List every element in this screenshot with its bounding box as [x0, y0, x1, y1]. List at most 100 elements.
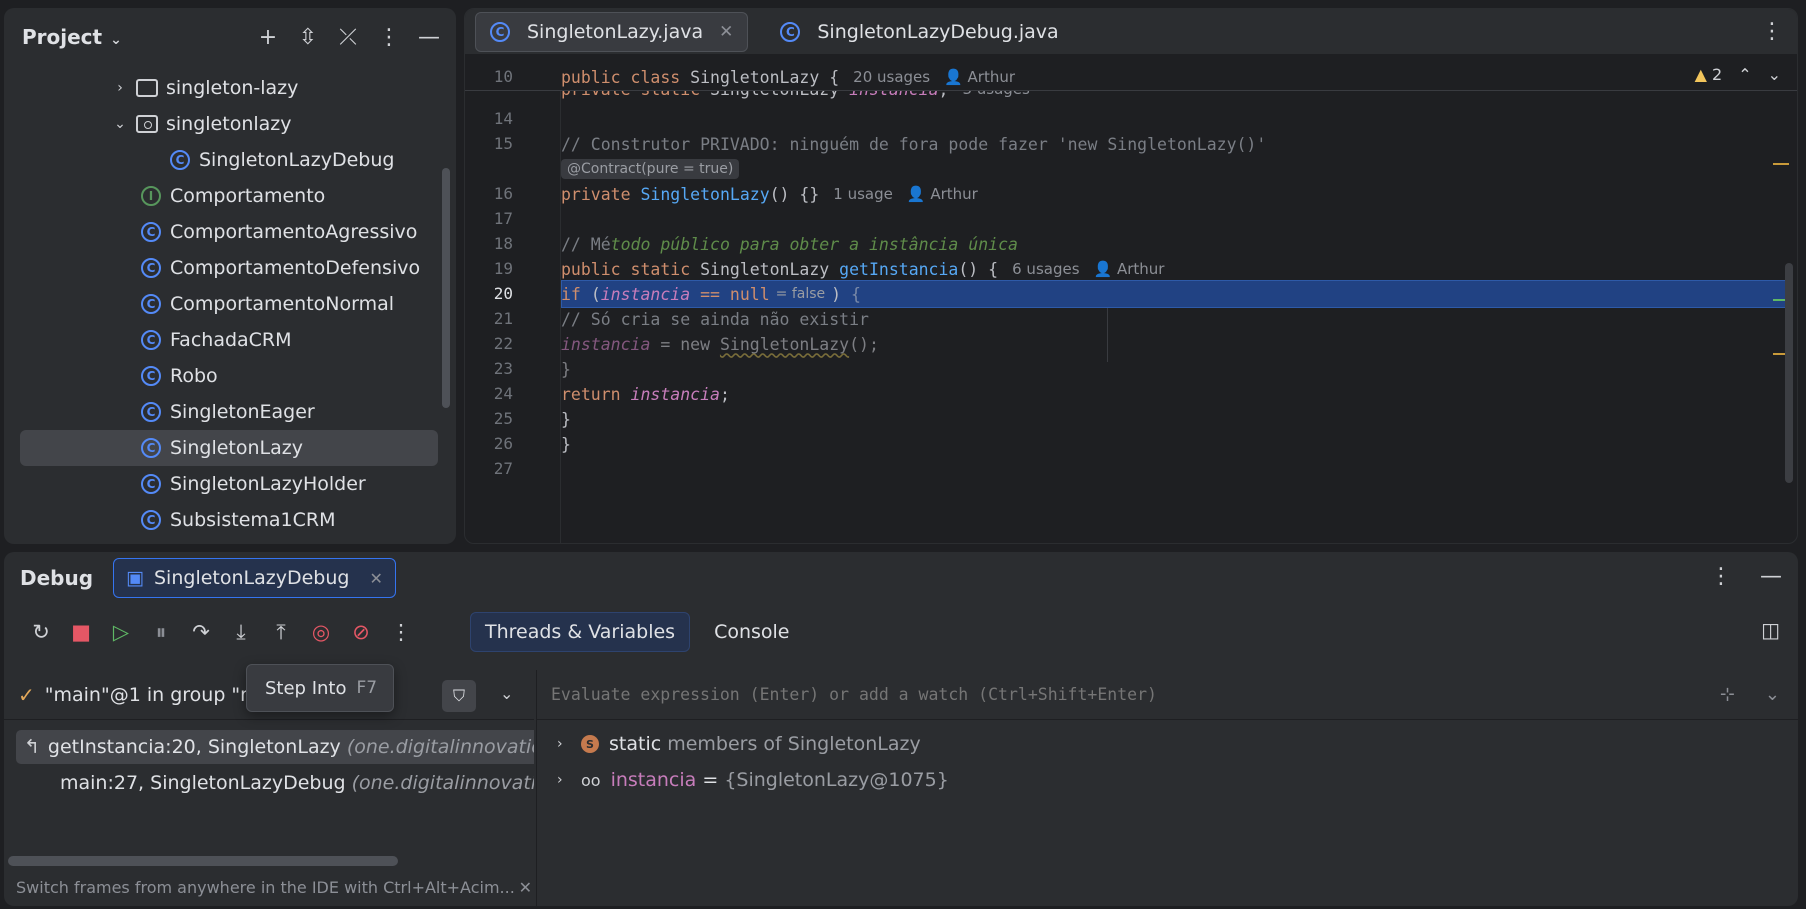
expand-all-icon[interactable]: ⇳ [298, 25, 318, 50]
tree-item-label: SingletonLazyHolder [170, 473, 366, 495]
usages-hint[interactable]: 20 usages [853, 68, 930, 86]
variable-row-instancia[interactable]: › oo instancia = {SingletonLazy@1075} [537, 762, 1798, 798]
keyword: = new [650, 334, 720, 354]
chevron-right-icon[interactable]: › [557, 736, 571, 752]
chevron-right-icon[interactable]: › [557, 772, 571, 788]
inspection-widget[interactable]: ▲ 2 ⌃ ⌄ [1695, 65, 1781, 84]
tree-item-singletonlazydebug[interactable]: C SingletonLazyDebug [20, 142, 438, 178]
tree-item-singleton-lazy[interactable]: › singleton-lazy [20, 70, 438, 106]
debug-toolbar: ↻ ■ ▷ ⏸ ↷ ⤓ ⤒ ◎ ⊘ ⋮ [30, 612, 412, 652]
tree-item-label: FachadaCRM [170, 329, 292, 351]
tree-item-singletonlazy[interactable]: ⌄ singletonlazy [20, 106, 438, 142]
step-out-icon[interactable]: ⤒ [270, 620, 292, 645]
tree-item-label: singletonlazy [166, 113, 292, 135]
subtab-label: Threads & Variables [485, 621, 676, 643]
stop-icon[interactable]: ■ [70, 620, 92, 644]
folder-icon [136, 79, 158, 97]
frame-method: main:27, SingletonLazyDebug [60, 772, 346, 794]
more-options-icon[interactable]: ⋮ [1761, 19, 1783, 44]
tree-item-comportamento[interactable]: I Comportamento [20, 178, 438, 214]
author-hint[interactable]: 👤 Arthur [907, 185, 978, 203]
line-number: 20 [493, 284, 513, 303]
rerun-icon[interactable]: ↻ [30, 620, 52, 644]
code-line-20: if (instancia == null = false) { [561, 280, 861, 308]
minimize-icon[interactable]: — [1760, 564, 1782, 589]
editor-scrollbar[interactable] [1785, 263, 1793, 483]
class-icon: C [141, 294, 161, 314]
more-options-icon[interactable]: ⋮ [390, 620, 412, 644]
tree-item-singletonlazy-class[interactable]: C SingletonLazy [20, 430, 438, 466]
chevron-down-icon[interactable]: ⌄ [1765, 684, 1780, 705]
project-tree: › singleton-lazy ⌄ singletonlazy C Singl… [20, 70, 438, 538]
tab-singletonlazydebug-java[interactable]: C SingletonLazyDebug.java [766, 12, 1072, 52]
minimize-icon[interactable]: — [418, 25, 440, 50]
author-name: Arthur [930, 185, 978, 203]
tree-item-comportamentodefensivo[interactable]: C ComportamentoDefensivo [20, 250, 438, 286]
add-watch-icon[interactable]: ⊹ [1720, 684, 1735, 705]
close-icon[interactable]: ✕ [719, 22, 733, 42]
layout-icon[interactable]: ◫ [1761, 618, 1780, 642]
chevron-down-icon[interactable]: ⌄ [500, 684, 513, 703]
code-line-26: } [561, 430, 571, 458]
more-options-icon[interactable]: ⋮ [1710, 564, 1732, 589]
line-number: 24 [493, 384, 513, 403]
close-icon[interactable]: ✕ [519, 878, 532, 897]
code-line-10: public class SingletonLazy {20 usages 👤 A… [561, 63, 1015, 91]
tree-item-comportamentonormal[interactable]: C ComportamentoNormal [20, 286, 438, 322]
collapse-all-icon[interactable]: ⤫ [338, 25, 358, 50]
indent-guide [1107, 308, 1108, 362]
usages-hint[interactable]: 1 usage [833, 185, 893, 203]
author-hint[interactable]: 👤 Arthur [944, 68, 1015, 86]
tree-item-comportamentoagressivo[interactable]: C ComportamentoAgressivo [20, 214, 438, 250]
project-scrollbar[interactable] [442, 168, 450, 408]
variable-row-static[interactable]: › S static members of SingletonLazy [537, 726, 1798, 762]
tooltip-shortcut: F7 [356, 678, 378, 698]
line-number: 27 [493, 459, 513, 478]
chevron-up-icon[interactable]: ⌃ [1738, 65, 1751, 84]
tab-console[interactable]: Console [700, 612, 803, 652]
code-editor[interactable]: 14 15 16 17 18 19 20 21 22 23 24 25 26 2… [465, 63, 1797, 543]
debug-session-tab[interactable]: ▣ SingletonLazyDebug ✕ [113, 558, 396, 598]
variable-equals: = [696, 769, 725, 791]
frames-scrollbar[interactable] [8, 856, 398, 866]
evaluate-expression-input[interactable] [551, 685, 1651, 704]
tree-item-fachadacrm[interactable]: C FachadaCRM [20, 322, 438, 358]
debug-panel: Debug ▣ SingletonLazyDebug ✕ ⋮ — ↻ ■ ▷ ⏸… [4, 552, 1798, 906]
tab-threads-variables[interactable]: Threads & Variables [470, 612, 691, 652]
debug-subtabs: Threads & Variables Console [470, 612, 804, 652]
frame-row[interactable]: ↰ getInstancia:20, SingletonLazy (one.di… [16, 730, 534, 764]
tree-item-subsistema1crm[interactable]: C Subsistema1CRM [20, 502, 438, 538]
static-icon: S [581, 735, 599, 753]
warning-marker[interactable] [1773, 163, 1789, 165]
author-name: Arthur [967, 68, 1016, 86]
warning-count[interactable]: ▲ 2 [1695, 65, 1723, 84]
add-icon[interactable]: + [258, 25, 278, 50]
tree-item-singletoneager[interactable]: C SingletonEager [20, 394, 438, 430]
pause-icon[interactable]: ⏸ [150, 620, 172, 645]
author-hint[interactable]: 👤 Arthur [1094, 260, 1165, 278]
variable-name: static [609, 733, 662, 755]
hint-text: Switch frames from anywhere in the IDE w… [16, 878, 515, 897]
step-over-icon[interactable]: ↷ [190, 620, 212, 644]
resume-icon[interactable]: ▷ [110, 620, 132, 644]
line-number: 17 [493, 209, 513, 228]
step-into-icon[interactable]: ⤓ [230, 620, 252, 645]
tree-item-singletonlazyholder[interactable]: C SingletonLazyHolder [20, 466, 438, 502]
mute-breakpoints-icon[interactable]: ⊘ [350, 620, 372, 644]
usages-hint[interactable]: 6 usages [1012, 260, 1079, 278]
frame-row[interactable]: main:27, SingletonLazyDebug (one.digital… [16, 766, 534, 800]
chevron-down-icon[interactable]: ⌄ [110, 116, 130, 132]
sticky-header-line[interactable]: 10 public class SingletonLazy {20 usages… [465, 63, 1797, 91]
tab-singletonlazy-java[interactable]: C SingletonLazy.java ✕ [475, 11, 749, 52]
close-icon[interactable]: ✕ [369, 569, 382, 588]
chevron-down-icon[interactable]: ⌄ [1768, 65, 1781, 84]
tree-item-robo[interactable]: C Robo [20, 358, 438, 394]
filter-icon[interactable]: ⛉ [442, 680, 476, 712]
chevron-right-icon[interactable]: › [110, 80, 130, 96]
subtab-label: Console [714, 621, 790, 643]
view-breakpoints-icon[interactable]: ◎ [310, 620, 332, 644]
constructor: SingletonLazy [640, 184, 770, 204]
more-options-icon[interactable]: ⋮ [378, 25, 400, 50]
project-title-dropdown[interactable]: Project ⌄ [22, 25, 122, 49]
contract-inlay[interactable]: @Contract(pure = true) [561, 159, 740, 179]
